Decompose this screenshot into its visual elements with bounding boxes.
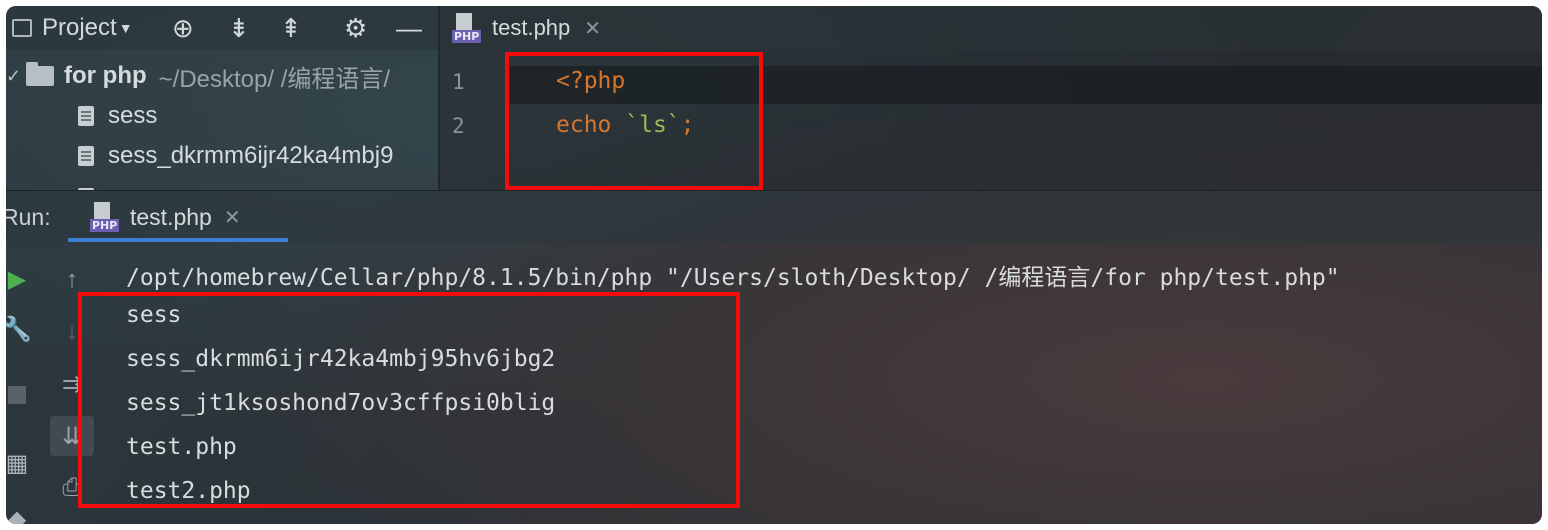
run-tab-test-php[interactable]: PHP test.php ✕ [90,191,241,243]
file-icon [78,106,94,126]
code-highlight-box [505,52,763,190]
pin-icon[interactable]: ◆ [6,504,32,525]
line-number: 1 [452,70,465,94]
folder-icon [26,62,54,86]
editor-tab-label: test.php [492,15,571,40]
line-number-gutter: 1 2 [440,50,510,190]
crosshair-icon[interactable]: ⊕ [172,6,194,50]
expand-all-icon[interactable]: ⇟ [228,6,250,50]
project-toolbar: Project ▼ ⊕ ⇟ ⇞ ⚙ — [6,6,438,50]
project-window-icon [12,19,32,37]
file-name: sess [108,102,158,129]
root-folder-name: for php [64,62,147,89]
editor-tab-bar: PHP test.php ✕ [440,6,1542,50]
project-view-selector[interactable]: Project ▼ [12,6,133,50]
caret-down-icon: ▼ [118,20,133,36]
tree-file-item[interactable]: sess [78,96,157,136]
project-title: Project [42,14,117,41]
run-panel-header: Run: PHP test.php ✕ [6,190,1542,243]
minimize-icon[interactable]: — [396,6,422,50]
project-tree: ✓ for php ~/Desktop/ /编程语言/ sess sess_dk… [6,50,438,190]
tree-file-item[interactable]: sess_dkrmm6ijr42ka4mbj9 [78,136,393,176]
php-file-icon: PHP [90,202,120,232]
chevron-down-icon[interactable]: ✓ [6,66,26,87]
collapse-all-icon[interactable]: ⇞ [280,6,302,50]
rerun-icon[interactable]: ▶ [6,264,32,294]
wrench-icon[interactable]: 🔧 [6,314,32,344]
file-icon [78,146,94,166]
tree-root-folder[interactable]: ✓ for php ~/Desktop/ /编程语言/ [6,56,390,96]
line-number: 2 [452,114,465,138]
editor-tab-test-php[interactable]: PHP test.php ✕ [452,6,601,50]
gear-icon[interactable]: ⚙ [344,6,367,50]
run-tab-label: test.php [130,203,212,230]
root-folder-path: ~/Desktop/ /编程语言/ [158,65,391,93]
close-icon[interactable]: ✕ [224,205,241,230]
output-highlight-box [78,292,740,508]
tree-file-item-partial[interactable] [78,178,108,190]
php-file-icon: PHP [452,13,482,43]
run-label: Run: [6,203,51,230]
console-command-line: /opt/homebrew/Cellar/php/8.1.5/bin/php "… [126,265,1340,291]
stop-icon[interactable] [6,380,32,410]
layout-icon[interactable]: ▦ [6,448,32,478]
run-left-toolbar: ▶ 🔧 ▦ ◆ [6,242,50,525]
file-name: sess_dkrmm6ijr42ka4mbj9 [108,142,394,169]
close-icon[interactable]: ✕ [584,16,601,41]
